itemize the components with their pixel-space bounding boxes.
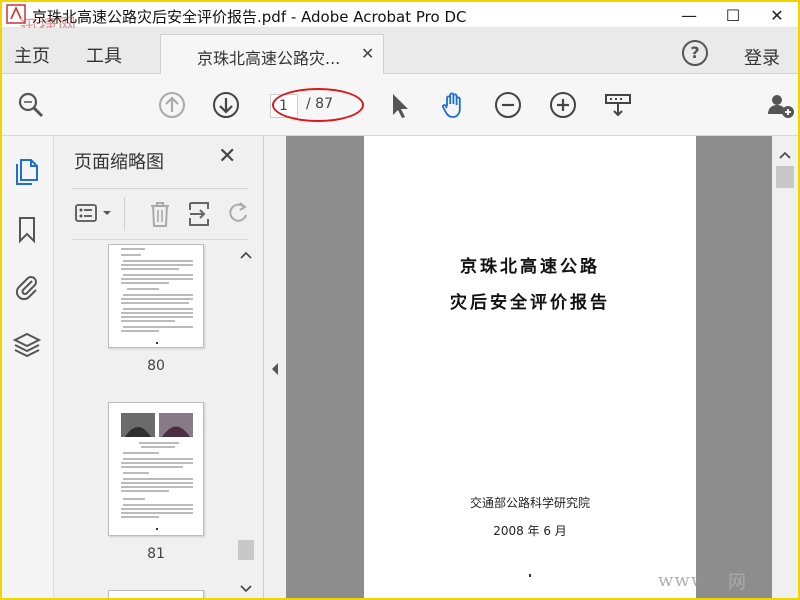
page-thumbnails-icon[interactable] xyxy=(12,156,42,186)
previous-page-icon[interactable] xyxy=(157,90,187,120)
thumbnail-text-preview xyxy=(121,248,193,344)
bookmark-icon[interactable] xyxy=(12,214,42,244)
zoom-in-icon[interactable] xyxy=(548,90,578,120)
scroll-down-icon[interactable] xyxy=(240,584,252,594)
scroll-up-icon[interactable] xyxy=(779,150,791,160)
site-watermark-suffix: 网 xyxy=(728,572,746,593)
minimize-button[interactable]: — xyxy=(666,2,712,28)
tab-home[interactable]: 主页 xyxy=(14,42,50,68)
document-organization: 交通部公路科学研究院 xyxy=(469,496,590,510)
left-rail xyxy=(2,136,54,598)
thumbnails-scrollbar[interactable] xyxy=(236,244,256,598)
rotate-icon[interactable] xyxy=(226,199,250,229)
thumbnail-label: 80 xyxy=(147,358,165,374)
thumbnail-page-81[interactable] xyxy=(108,402,204,536)
thumbnail-list: 80 81 xyxy=(54,244,236,598)
minimize-icon: — xyxy=(681,5,697,25)
window-title: 京珠北高速公路灾后安全评价报告.pdf - Adobe Acrobat Pro … xyxy=(32,8,467,26)
toolbar-divider xyxy=(124,197,125,231)
app-window: 京珠北高速公路灾后安全评价报告.pdf - Adobe Acrobat Pro … xyxy=(0,0,800,600)
tab-document-label: 京珠北高速公路灾... xyxy=(197,49,341,68)
delete-icon[interactable] xyxy=(146,199,174,229)
document-title-line1: 京珠北高速公路 xyxy=(460,257,600,277)
document-date: 2008 年 6 月 xyxy=(493,524,567,538)
next-page-icon[interactable] xyxy=(211,90,241,120)
thumbnails-scroll-thumb[interactable] xyxy=(238,540,254,560)
tab-bar: 主页 工具 京珠北高速公路灾... ✕ ? 登录 xyxy=(2,28,798,74)
title-bar: 京珠北高速公路灾后安全评价报告.pdf - Adobe Acrobat Pro … xyxy=(2,2,798,38)
site-watermark: www. xyxy=(658,570,712,591)
help-icon[interactable]: ? xyxy=(682,40,708,66)
maximize-icon: ☐ xyxy=(725,5,741,25)
layers-icon[interactable] xyxy=(12,330,42,360)
attachment-icon[interactable] xyxy=(12,272,42,302)
scroll-mode-icon[interactable] xyxy=(603,90,633,120)
thumbnails-panel-title: 页面缩略图 xyxy=(74,152,164,173)
chevron-down-icon[interactable] xyxy=(102,209,112,217)
toolbar: 1 / 87 xyxy=(2,74,798,136)
hand-tool-icon[interactable] xyxy=(439,90,469,120)
document-page: 京珠北高速公路 灾后安全评价报告 交通部公路科学研究院 2008 年 6 月 xyxy=(364,136,696,598)
close-icon: ✕ xyxy=(770,5,784,25)
annotation-ellipse xyxy=(272,88,364,122)
scroll-up-icon[interactable] xyxy=(240,250,252,260)
chevron-left-icon[interactable] xyxy=(270,362,280,376)
thumbnails-close-icon[interactable]: ✕ xyxy=(218,144,236,169)
tab-close-icon[interactable]: ✕ xyxy=(361,44,374,63)
thumbnail-page-80[interactable] xyxy=(108,244,204,348)
search-icon[interactable] xyxy=(16,90,46,120)
thumbnail-options-icon[interactable] xyxy=(74,201,100,227)
thumbnail-text-preview xyxy=(121,413,193,530)
thumbnails-toolbar xyxy=(72,188,248,240)
login-button[interactable]: 登录 xyxy=(744,44,780,70)
maximize-button[interactable]: ☐ xyxy=(710,2,756,28)
tab-tools[interactable]: 工具 xyxy=(86,42,122,68)
thumbnails-panel: 页面缩略图 ✕ 80 81 xyxy=(54,136,264,598)
zoom-out-icon[interactable] xyxy=(493,90,523,120)
document-view[interactable]: 京珠北高速公路 灾后安全评价报告 交通部公路科学研究院 2008 年 6 月 xyxy=(286,136,772,598)
extract-pages-icon[interactable] xyxy=(186,199,214,229)
document-scroll-thumb[interactable] xyxy=(776,166,794,188)
document-title-line2: 灾后安全评价报告 xyxy=(450,293,610,313)
close-window-button[interactable]: ✕ xyxy=(754,2,798,28)
page-marker xyxy=(529,574,531,577)
tab-document[interactable]: 京珠北高速公路灾... ✕ xyxy=(160,34,384,74)
thumbnail-label: 81 xyxy=(147,546,165,562)
document-scrollbar[interactable] xyxy=(772,136,798,598)
thumbnail-page-82[interactable] xyxy=(108,590,204,598)
select-pointer-icon[interactable] xyxy=(385,90,415,120)
panel-collapse-handle[interactable] xyxy=(264,136,286,598)
add-user-icon[interactable] xyxy=(765,90,795,120)
